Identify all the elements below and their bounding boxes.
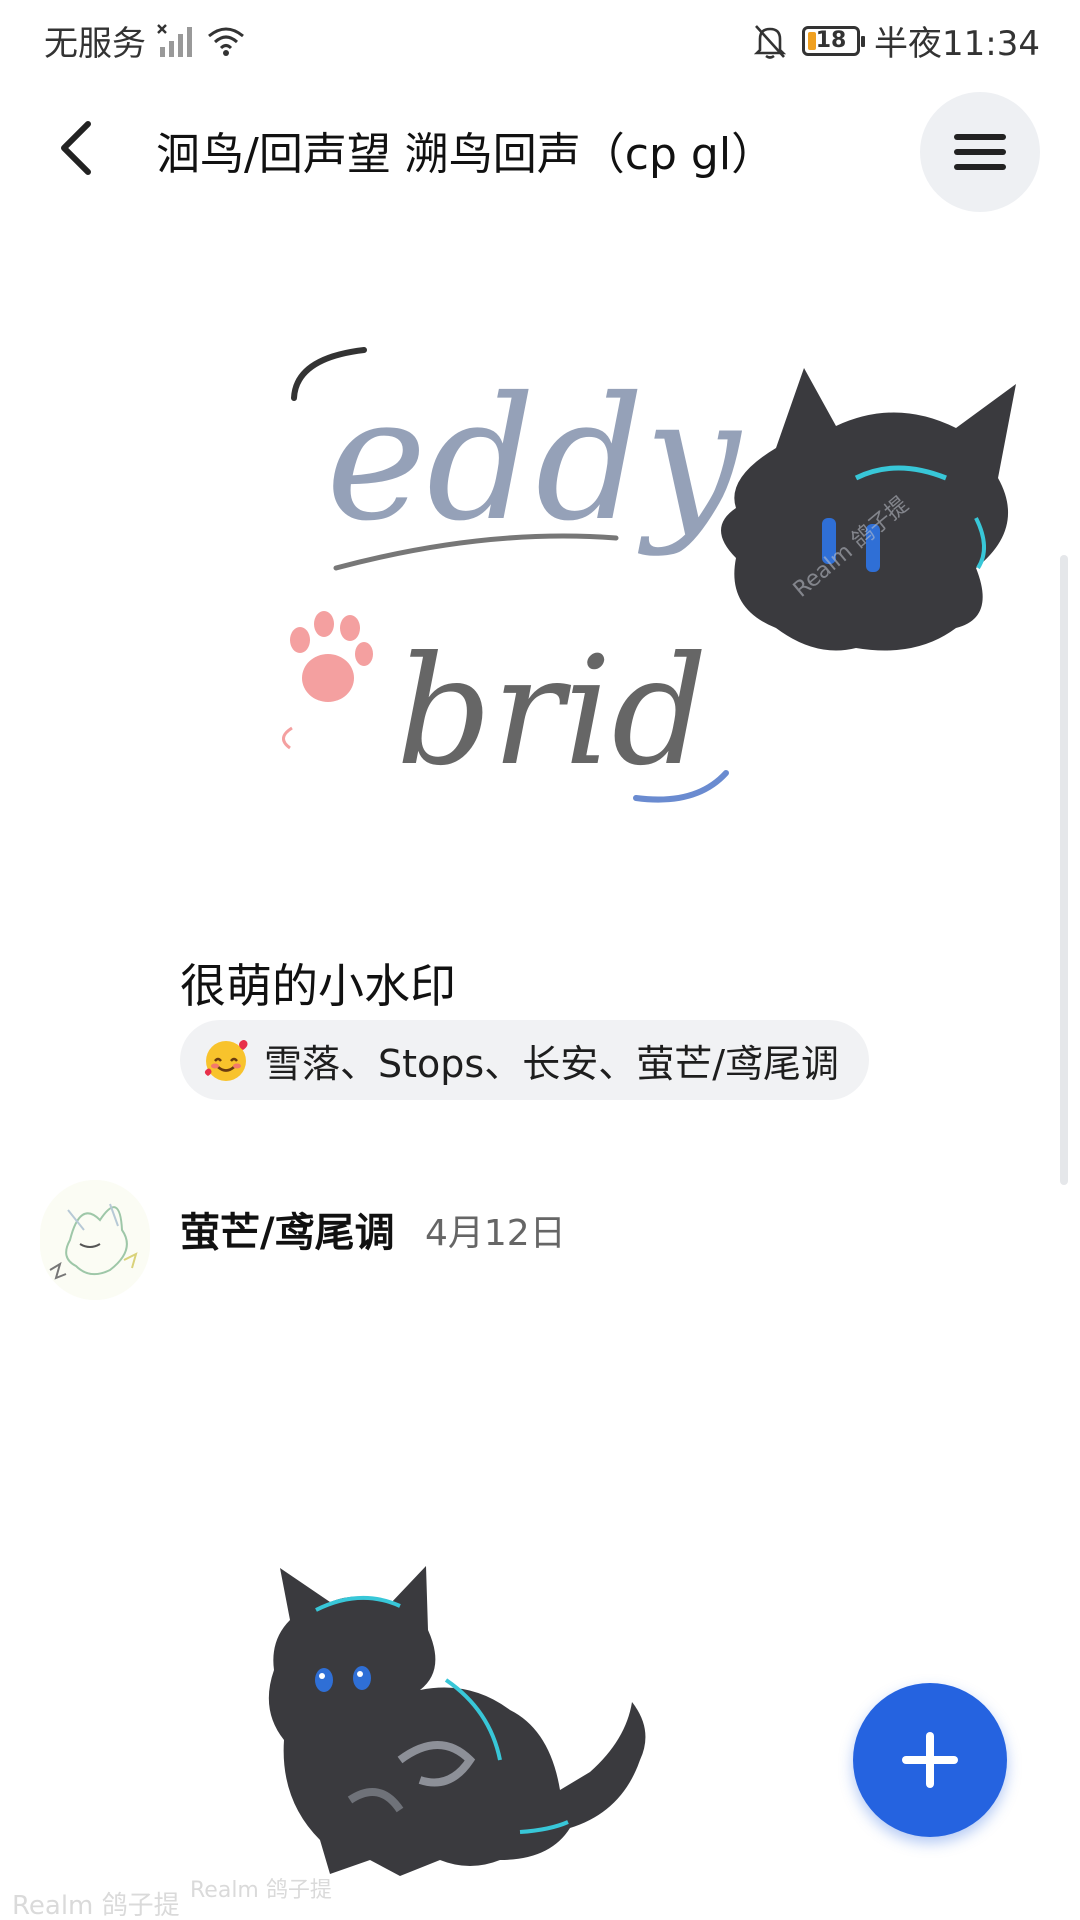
- watermark-image[interactable]: eddy brid Realm 鸽子提: [256, 328, 1026, 818]
- cat-head-illustration: Realm 鸽子提: [721, 368, 1016, 651]
- carrier-label: 无服务: [44, 24, 146, 64]
- page-title: 洄鸟/回声望 溯鸟回声（cp gl）: [156, 129, 776, 180]
- status-left: 无服务: [44, 16, 246, 65]
- avatar[interactable]: [40, 1180, 150, 1300]
- chat-thread-screen: 无服务 18 半夜11:34 洄鸟/回声望 溯鸟回声（cp gl） eddy b…: [0, 0, 1080, 1920]
- cat-artwork-image[interactable]: [250, 1560, 670, 1890]
- no-signal-icon: [157, 23, 192, 57]
- hamburger-menu-icon: [954, 134, 1006, 170]
- battery-icon: 18: [802, 25, 866, 56]
- menu-button[interactable]: [920, 92, 1040, 212]
- scrollbar[interactable]: [1060, 555, 1068, 1185]
- smiling-face-with-hearts-icon: [204, 1040, 248, 1081]
- author-name[interactable]: 萤芒/鸢尾调: [180, 1200, 395, 1258]
- post-date: 4月12日: [425, 1213, 566, 1254]
- watermark-text-line2: brid: [396, 625, 708, 799]
- status-bar: 无服务 18 半夜11:34: [0, 0, 1080, 80]
- watermark-text-line1: eddy: [326, 361, 742, 559]
- bell-muted-icon: [753, 24, 787, 59]
- back-button[interactable]: [40, 112, 112, 184]
- paw-print-icon: [290, 611, 373, 702]
- artwork-credit-watermark-center: Realm 鸽子提: [190, 1878, 332, 1903]
- post-header: 萤芒/鸢尾调 4月12日: [40, 1180, 1040, 1310]
- battery-level: 18: [815, 28, 847, 53]
- app-header: 洄鸟/回声望 溯鸟回声（cp gl）: [0, 88, 1080, 212]
- reaction-chip[interactable]: 雪落、Stops、长安、萤芒/鸢尾调: [180, 1020, 869, 1100]
- plus-icon: [902, 1732, 958, 1788]
- chevron-left-icon: [61, 121, 91, 175]
- artwork-credit-watermark: Realm 鸽子提: [12, 1891, 180, 1920]
- clock: 半夜11:34: [874, 24, 1040, 64]
- status-right: 18 半夜11:34: [752, 16, 1040, 65]
- wifi-icon: [208, 27, 244, 56]
- add-button[interactable]: [853, 1683, 1007, 1837]
- post-caption: 很萌的小水印: [180, 959, 456, 1013]
- reaction-names: 雪落、Stops、长安、萤芒/鸢尾调: [264, 1041, 839, 1086]
